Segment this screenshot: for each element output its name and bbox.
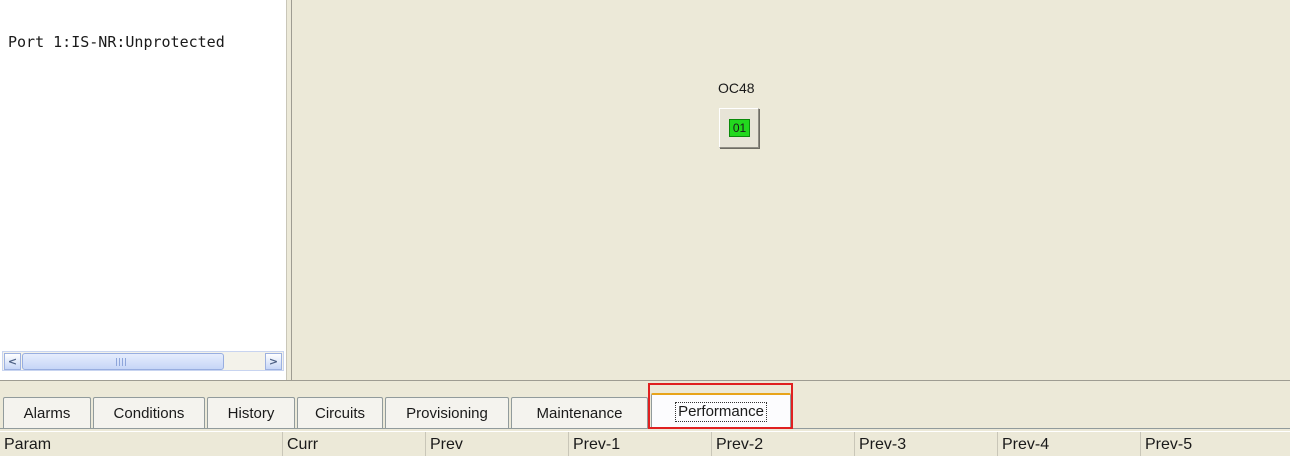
tab-label: Circuits bbox=[314, 404, 365, 422]
tab-history[interactable]: History bbox=[207, 397, 295, 428]
tab-label: Performance bbox=[675, 402, 767, 422]
port-info-pane: Port 1:IS-NR:Unprotected < > bbox=[0, 0, 286, 380]
tab-circuits[interactable]: Circuits bbox=[297, 397, 383, 428]
tab-provisioning[interactable]: Provisioning bbox=[385, 397, 509, 428]
column-header-prev-4[interactable]: Prev-4 bbox=[997, 432, 1140, 456]
column-header-prev-5[interactable]: Prev-5 bbox=[1140, 432, 1290, 456]
tab-label: History bbox=[227, 404, 275, 422]
column-header-prev-3[interactable]: Prev-3 bbox=[854, 432, 997, 456]
chevron-left-icon: < bbox=[7, 355, 18, 368]
table-header: Param Curr Prev Prev-1 Prev-2 Prev-3 Pre… bbox=[0, 431, 1290, 456]
tab-bar: Alarms Conditions History Circuits Provi… bbox=[0, 388, 1290, 430]
node-view-window: Port 1:IS-NR:Unprotected < > OC48 01 Ala… bbox=[0, 0, 1290, 456]
tab-performance[interactable]: Performance bbox=[651, 393, 791, 429]
scroll-right-button[interactable]: > bbox=[265, 353, 282, 370]
card-graphic-pane: OC48 01 bbox=[292, 0, 1290, 380]
tab-label: Provisioning bbox=[406, 404, 488, 422]
tab-conditions[interactable]: Conditions bbox=[93, 397, 205, 428]
tab-maintenance[interactable]: Maintenance bbox=[511, 397, 648, 428]
horizontal-scrollbar[interactable]: < > bbox=[2, 351, 284, 371]
card-type-label: OC48 bbox=[718, 80, 755, 96]
tab-label: Conditions bbox=[113, 404, 185, 422]
column-header-prev-2[interactable]: Prev-2 bbox=[711, 432, 854, 456]
port-status-led: 01 bbox=[729, 119, 750, 137]
tab-label: Alarms bbox=[23, 404, 71, 422]
scroll-thumb[interactable] bbox=[22, 353, 224, 370]
chevron-right-icon: > bbox=[268, 355, 279, 368]
column-header-param[interactable]: Param bbox=[0, 432, 282, 456]
grip-icon bbox=[116, 358, 128, 366]
port-button[interactable]: 01 bbox=[719, 108, 759, 148]
horizontal-splitter[interactable] bbox=[0, 380, 1290, 388]
column-header-curr[interactable]: Curr bbox=[282, 432, 425, 456]
port-status-text: Port 1:IS-NR:Unprotected bbox=[8, 33, 225, 51]
tab-bar-baseline bbox=[0, 428, 1290, 429]
scroll-left-button[interactable]: < bbox=[4, 353, 21, 370]
tab-alarms[interactable]: Alarms bbox=[3, 397, 91, 428]
column-header-prev[interactable]: Prev bbox=[425, 432, 568, 456]
column-header-prev-1[interactable]: Prev-1 bbox=[568, 432, 711, 456]
tab-label: Maintenance bbox=[536, 404, 623, 422]
